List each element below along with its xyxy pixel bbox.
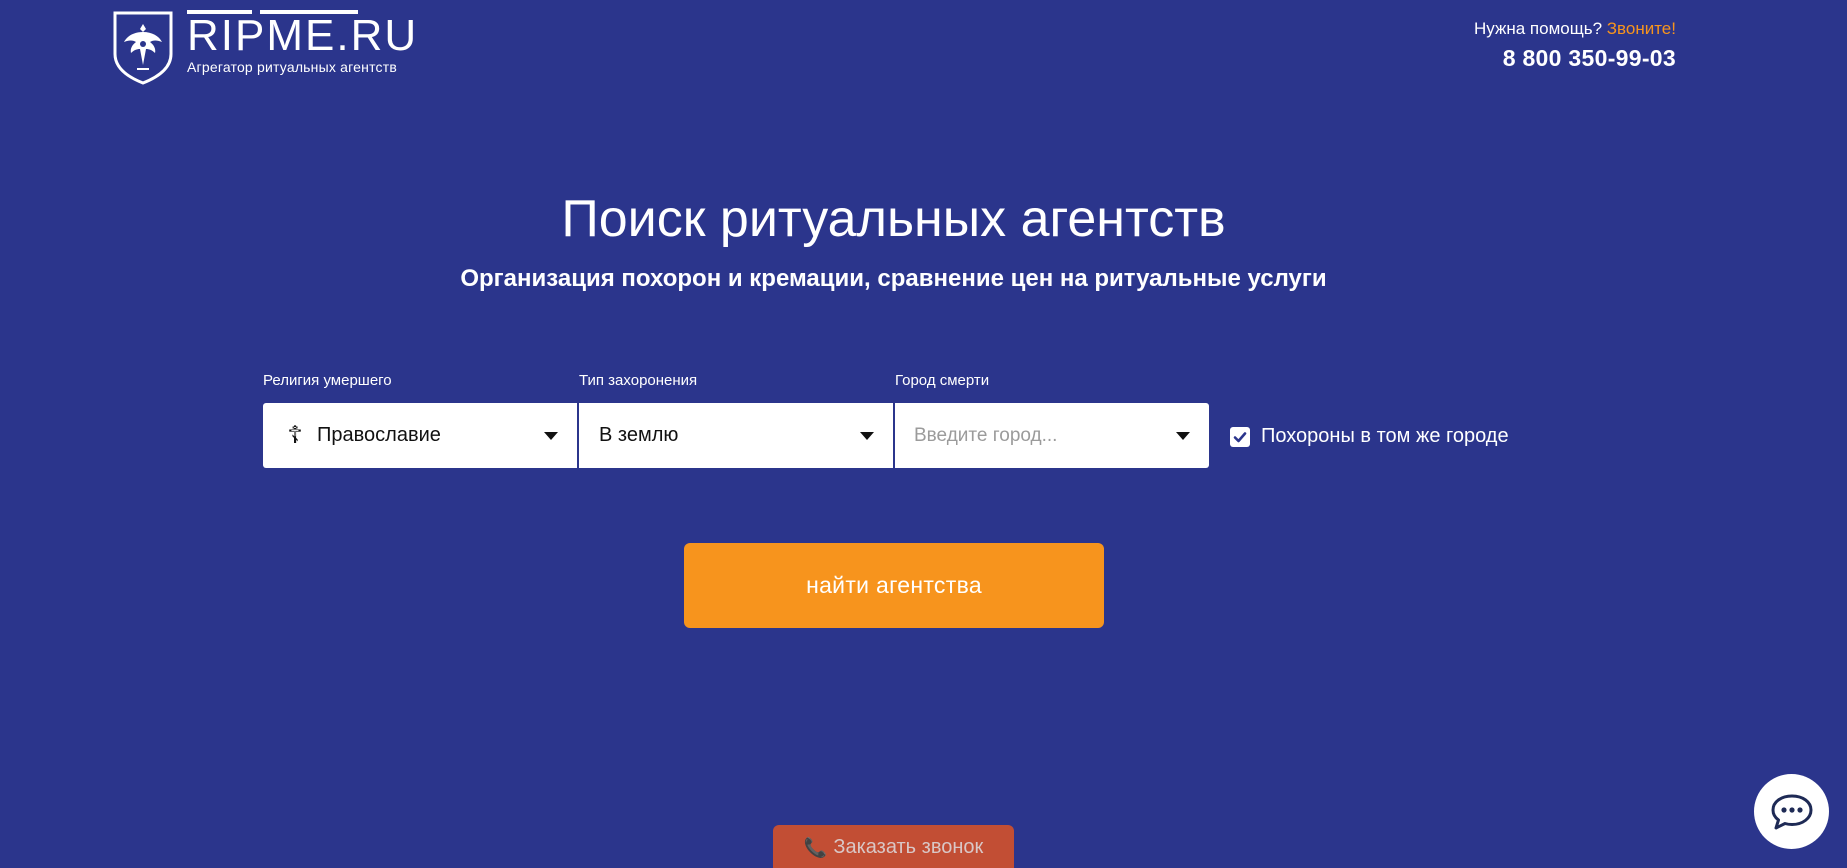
find-agencies-button[interactable]: найти агентства bbox=[684, 543, 1104, 628]
help-block: Нужна помощь? Звоните! 8 800 350-99-03 bbox=[1474, 18, 1676, 72]
chevron-down-icon bbox=[1176, 432, 1190, 440]
logo-tagline: Агрегатор ритуальных агентств bbox=[187, 59, 397, 75]
city-select[interactable]: Введите город... bbox=[895, 403, 1209, 468]
phone-icon: 📞 bbox=[803, 837, 828, 859]
religion-value: Православие bbox=[317, 424, 441, 446]
shield-emblem-icon bbox=[113, 11, 173, 85]
phone-link[interactable]: 8 800 350-99-03 bbox=[1474, 45, 1676, 72]
chat-bubble-icon bbox=[1771, 794, 1812, 829]
help-call-link[interactable]: Звоните! bbox=[1607, 19, 1676, 38]
burial-type-label: Тип захоронения bbox=[579, 372, 698, 389]
chevron-down-icon bbox=[860, 432, 874, 440]
page-title: Поиск ритуальных агентств bbox=[561, 190, 1226, 248]
orthodox-cross-icon: ☦ bbox=[287, 422, 303, 449]
religion-label: Религия умершего bbox=[263, 372, 392, 389]
same-city-label: Похороны в том же городе bbox=[1261, 425, 1509, 447]
city-input-placeholder: Введите город... bbox=[914, 424, 1058, 446]
checkbox-checked-icon[interactable] bbox=[1230, 426, 1250, 447]
logo-name: RIPME.RU bbox=[187, 11, 419, 60]
chevron-down-icon bbox=[544, 432, 558, 440]
callback-label: Заказать звонок bbox=[833, 836, 984, 858]
chat-widget-button[interactable] bbox=[1754, 774, 1829, 849]
site-logo[interactable]: RIPME.RU Агрегатор ритуальных агентств bbox=[112, 10, 418, 86]
same-city-checkbox[interactable]: Похороны в том же городе bbox=[1230, 425, 1509, 448]
request-callback-button[interactable]: 📞 Заказать звонок bbox=[773, 825, 1014, 868]
page: RIPME.RU Агрегатор ритуальных агентств Н… bbox=[0, 0, 1847, 868]
page-subtitle: Организация похорон и кремации, сравнени… bbox=[460, 265, 1327, 292]
city-label: Город смерти bbox=[895, 372, 990, 389]
help-text: Нужна помощь? bbox=[1474, 19, 1603, 38]
burial-type-value: В землю bbox=[599, 424, 679, 446]
religion-select[interactable]: ☦ Православие bbox=[263, 403, 577, 468]
burial-type-select[interactable]: В землю bbox=[579, 403, 893, 468]
